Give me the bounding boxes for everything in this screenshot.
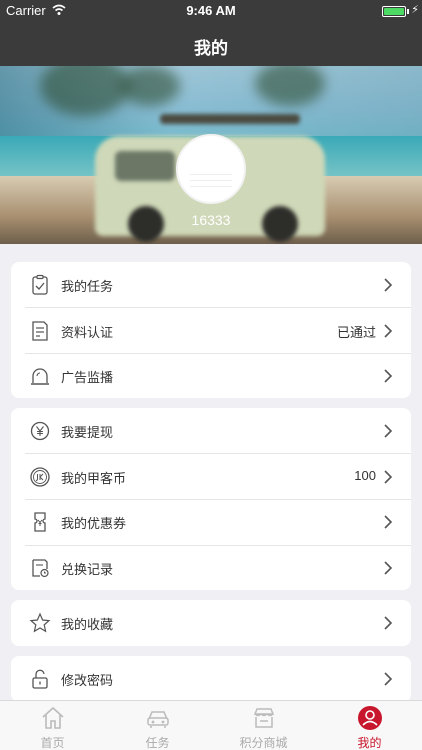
menu-item-coupons[interactable]: 我的优惠券 [11,499,411,545]
menu-section-favorites: 我的收藏 [11,600,411,646]
menu-item-favorites[interactable]: 我的收藏 [11,600,411,646]
menu-item-ad-monitoring[interactable]: 广告监播 [11,353,411,399]
menu-section-account: 修改密码 [11,656,411,702]
unlock-icon [32,669,48,689]
battery-icon [382,6,406,17]
exchange-record-icon [32,559,49,578]
menu-item-verification[interactable]: 资料认证 已通过 [11,308,411,354]
coin-balance: 100 [354,468,376,483]
tab-label: 首页 [40,736,65,750]
jk-coin-icon [30,467,50,487]
menu-item-change-password[interactable]: 修改密码 [11,656,411,702]
chevron-right-icon [384,672,393,686]
siren-icon [31,368,49,385]
tab-home[interactable]: 首页 [0,701,105,750]
chevron-right-icon [384,424,393,438]
home-icon [42,706,64,729]
username: 16333 [191,212,231,228]
menu-item-label: 我的任务 [61,279,114,294]
chevron-right-icon [384,369,393,383]
nav-bar: 我的 [0,22,422,66]
menu-item-label: 我的收藏 [61,617,114,632]
car-icon [147,711,169,728]
tab-bar: 首页 任务 积分商城 我的 [0,700,422,750]
menu-item-my-tasks[interactable]: 我的任务 [11,262,411,308]
verification-status: 已通过 [336,325,376,340]
menu-item-label: 我的优惠券 [61,516,127,531]
clock: 9:46 AM [186,3,236,18]
menu-section-wallet: 我要提现 我的甲客币 100 我的优惠券 兑换记录 [11,408,411,590]
menu-item-label: 兑换记录 [61,562,114,577]
yen-coin-icon [30,421,50,441]
tab-label: 积分商城 [239,736,288,750]
tab-tasks[interactable]: 任务 [105,701,210,750]
chevron-right-icon [384,515,393,529]
page-title: 我的 [194,39,228,58]
chevron-right-icon [384,278,393,292]
status-bar: Carrier 9:46 AM ⚡ [0,0,422,22]
chevron-right-icon [384,324,393,338]
menu-item-jk-coins[interactable]: 我的甲客币 100 [11,454,411,500]
menu-item-label: 修改密码 [61,673,114,688]
menu-item-label: 广告监播 [61,370,114,385]
avatar[interactable] [176,134,246,204]
tab-points-mall[interactable]: 积分商城 [211,701,316,750]
document-edit-icon [32,321,48,341]
star-icon [29,612,51,633]
tab-label: 任务 [145,736,170,750]
menu-item-label: 我的甲客币 [61,471,127,486]
user-icon [358,706,382,730]
clipboard-check-icon [32,274,48,295]
tab-mine[interactable]: 我的 [317,701,422,750]
tab-label: 我的 [357,736,382,750]
chevron-right-icon [384,561,393,575]
coupon-icon [34,512,46,532]
menu-item-exchange-records[interactable]: 兑换记录 [11,545,411,591]
chevron-right-icon [384,616,393,630]
chevron-right-icon [384,470,393,484]
profile-header: 16333 [0,66,422,244]
store-icon [253,708,275,728]
menu-item-label: 资料认证 [61,325,114,340]
menu-item-withdraw[interactable]: 我要提现 [11,408,411,454]
menu-section-tasks: 我的任务 资料认证 已通过 广告监播 [11,262,411,398]
menu-item-label: 我要提现 [61,425,114,440]
charging-icon: ⚡ [411,4,419,16]
